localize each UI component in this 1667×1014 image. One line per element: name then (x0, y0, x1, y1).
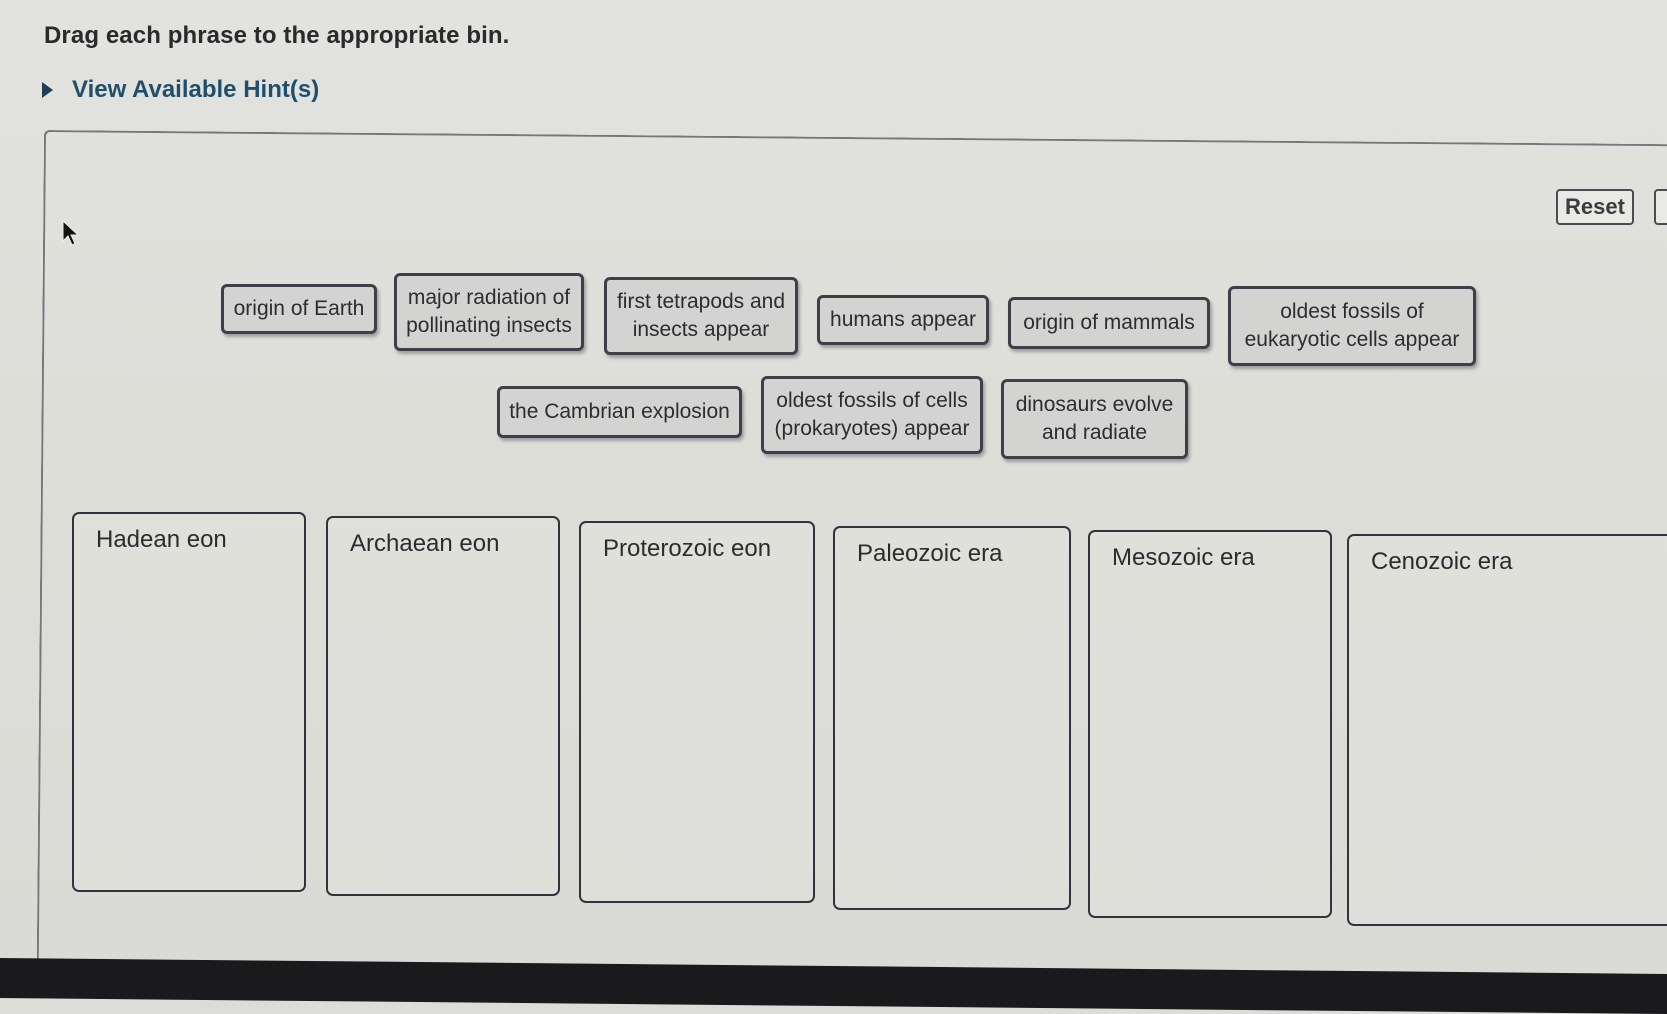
phrase-chip-dinosaurs[interactable]: dinosaurs evolve and radiate (1001, 379, 1188, 459)
bin-cenozoic-era[interactable]: Cenozoic era (1347, 534, 1667, 926)
phrase-label: the Cambrian explosion (509, 400, 730, 423)
reset-button[interactable]: Reset (1556, 189, 1634, 225)
phrase-chip-first-tetrapods[interactable]: first tetrapods and insects appear (604, 277, 798, 355)
bin-title: Proterozoic eon (603, 535, 772, 562)
phrase-chip-origin-of-mammals[interactable]: origin of mammals (1008, 297, 1210, 349)
phrase-chip-origin-of-earth[interactable]: origin of Earth (221, 284, 377, 334)
phrase-label-line-2: insects appear (632, 318, 770, 341)
bin-title: Archaean eon (350, 530, 500, 557)
phrase-chip-eukaryotic-cells[interactable]: oldest fossils of eukaryotic cells appea… (1228, 286, 1476, 366)
instruction-text: Drag each phrase to the appropriate bin. (44, 22, 510, 49)
view-hints-toggle[interactable]: View Available Hint(s) (42, 76, 319, 104)
phrase-chip-humans-appear[interactable]: humans appear (817, 295, 989, 345)
bin-paleozoic-era[interactable]: Paleozoic era (833, 526, 1071, 910)
phrase-label-line-1: major radiation of (407, 286, 571, 309)
bin-archaean-eon[interactable]: Archaean eon (326, 516, 560, 896)
phrase-chip-cambrian-explosion[interactable]: the Cambrian explosion (497, 386, 742, 438)
phrase-label-line-2: and radiate (1041, 421, 1148, 444)
mouse-pointer-icon (62, 220, 80, 246)
phrase-label-line-1: oldest fossils of cells (776, 389, 968, 412)
bin-title: Hadean eon (96, 526, 227, 553)
phrase-label: humans appear (830, 308, 976, 331)
help-button-partial[interactable] (1654, 189, 1667, 225)
bin-title: Paleozoic era (857, 540, 1003, 567)
phrase-label-line-1: dinosaurs evolve (1015, 393, 1174, 416)
bin-hadean-eon[interactable]: Hadean eon (72, 512, 306, 892)
bin-title: Cenozoic era (1371, 548, 1513, 575)
phrase-label-line-2: pollinating insects (406, 314, 572, 337)
bin-proterozoic-eon[interactable]: Proterozoic eon (579, 521, 815, 903)
view-hints-label: View Available Hint(s) (72, 76, 320, 103)
phrase-chip-pollinating-insects[interactable]: major radiation of pollinating insects (394, 273, 584, 351)
phrase-label-line-2: (prokaryotes) appear (774, 417, 970, 440)
expand-triangle-icon (42, 82, 53, 98)
phrase-label: origin of mammals (1023, 311, 1195, 334)
bin-mesozoic-era[interactable]: Mesozoic era (1088, 530, 1332, 918)
page: Drag each phrase to the appropriate bin.… (0, 0, 1667, 1014)
phrase-label-line-1: oldest fossils of (1280, 300, 1424, 323)
phrase-chip-prokaryotes[interactable]: oldest fossils of cells (prokaryotes) ap… (761, 376, 983, 454)
phrase-label-line-1: first tetrapods and (616, 290, 786, 313)
phrase-label: origin of Earth (233, 297, 365, 320)
phrase-label-line-2: eukaryotic cells appear (1244, 328, 1460, 351)
bin-title: Mesozoic era (1112, 544, 1255, 571)
